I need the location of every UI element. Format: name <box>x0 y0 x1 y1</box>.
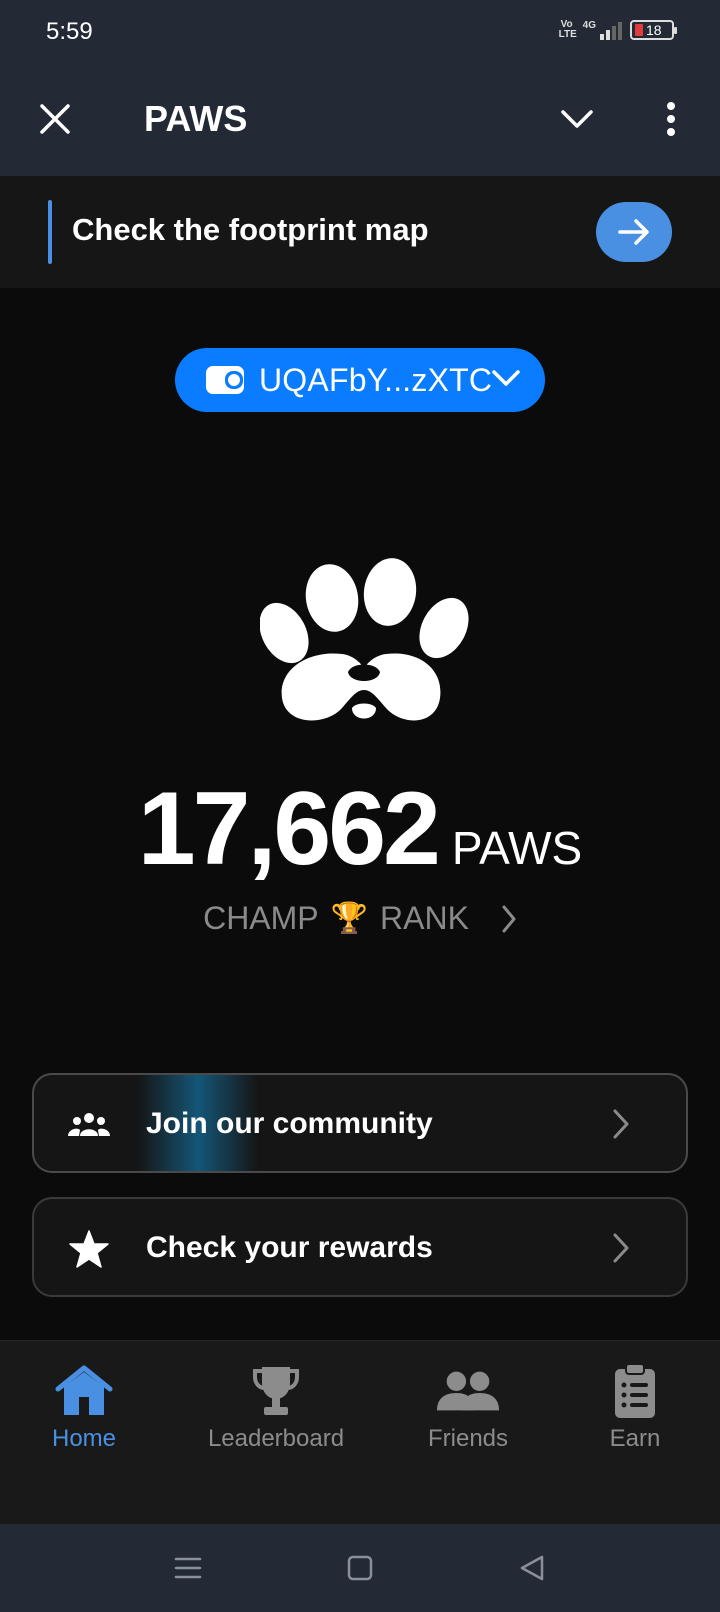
friends-icon <box>437 1363 499 1419</box>
status-bar: 5:59 Vo LTE 4G 18 <box>0 0 720 66</box>
trophy-emoji-icon: 🏆 <box>330 902 368 935</box>
arrow-right-icon <box>618 219 649 245</box>
bottom-navigation: Home Leaderboard Friends Earn <box>0 1340 720 1524</box>
card-label: Join our community <box>146 1107 433 1140</box>
footprint-banner[interactable]: Check the footprint map <box>0 176 720 288</box>
volte-indicator: Vo LTE <box>558 19 577 40</box>
close-icon <box>40 104 70 134</box>
nav-item-leaderboard[interactable]: Leaderboard <box>206 1363 346 1453</box>
network-type: 4G <box>582 20 596 31</box>
menu-icon <box>174 1557 202 1579</box>
chevron-right-icon <box>502 905 516 932</box>
check-rewards-card[interactable]: Check your rewards <box>32 1197 688 1297</box>
status-indicators: Vo LTE 4G 18 <box>558 19 677 40</box>
nav-label: Friends <box>427 1425 509 1452</box>
nav-item-home[interactable]: Home <box>44 1363 124 1453</box>
chevron-down-icon <box>492 370 520 386</box>
banner-go-button[interactable] <box>596 202 672 262</box>
collapse-button[interactable] <box>552 94 602 144</box>
balance-unit: PAWS <box>451 822 583 874</box>
battery-icon: 18 <box>630 20 677 40</box>
join-community-card[interactable]: Join our community <box>32 1073 688 1173</box>
balance-value: 17,662 <box>137 771 441 887</box>
system-menu-button[interactable] <box>170 1552 206 1584</box>
wallet-selector[interactable]: UQAFbY...zXTC <box>175 348 545 412</box>
nav-label: Home <box>51 1425 117 1452</box>
rank-link[interactable]: CHAMP 🏆 RANK <box>0 900 720 937</box>
close-button[interactable] <box>30 94 80 144</box>
square-icon <box>347 1555 373 1581</box>
system-back-button[interactable] <box>514 1552 550 1584</box>
community-icon <box>68 1105 110 1145</box>
wallet-icon <box>206 366 244 394</box>
banner-accent-bar <box>48 200 52 264</box>
home-icon <box>53 1363 115 1419</box>
balance-display: 17,662 PAWS <box>0 770 720 889</box>
rank-label-left: CHAMP <box>203 900 319 936</box>
nav-item-earn[interactable]: Earn <box>600 1363 670 1453</box>
chevron-right-icon <box>613 1109 629 1139</box>
card-label: Check your rewards <box>146 1231 433 1264</box>
page-title: PAWS <box>144 98 248 139</box>
status-time: 5:59 <box>46 18 93 45</box>
battery-level: 18 <box>646 22 662 38</box>
banner-text: Check the footprint map <box>72 212 429 247</box>
star-icon <box>68 1229 110 1269</box>
nav-label: Leaderboard <box>207 1425 345 1452</box>
rank-label-right: RANK <box>380 900 469 936</box>
system-home-button[interactable] <box>342 1552 378 1584</box>
signal-icon: 4G <box>583 20 622 40</box>
paw-logo <box>260 558 469 721</box>
more-vertical-icon <box>667 102 675 136</box>
nav-item-friends[interactable]: Friends <box>418 1363 518 1453</box>
app-header: PAWS <box>0 66 720 176</box>
chevron-right-icon <box>613 1233 629 1263</box>
back-triangle-icon <box>520 1555 544 1581</box>
more-options-button[interactable] <box>646 94 696 144</box>
nav-label: Earn <box>609 1425 661 1452</box>
clipboard-icon <box>604 1363 666 1419</box>
trophy-icon <box>245 1363 307 1419</box>
wallet-address: UQAFbY...zXTC <box>259 361 493 398</box>
chevron-down-icon <box>561 110 593 128</box>
system-navigation-bar <box>0 1524 720 1612</box>
